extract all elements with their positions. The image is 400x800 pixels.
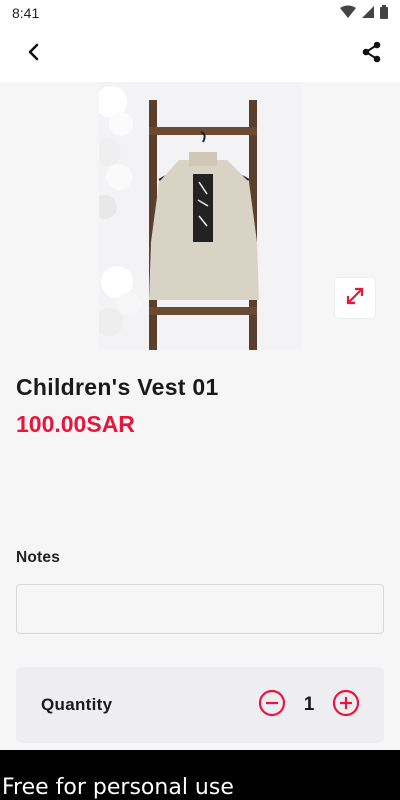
minus-circle-icon (258, 689, 286, 722)
quantity-stepper: 1 (258, 689, 360, 722)
expand-image-button[interactable] (335, 278, 375, 318)
signal-icon (362, 5, 374, 21)
status-icons (340, 4, 388, 22)
product-title: Children's Vest 01 (16, 374, 219, 400)
app-bar (0, 26, 400, 82)
product-image[interactable] (99, 82, 301, 350)
notes-input[interactable] (16, 584, 384, 634)
battery-icon (380, 4, 388, 22)
back-button[interactable] (20, 40, 48, 68)
decrease-quantity-button[interactable] (258, 689, 286, 722)
product-price: 100.00SAR (16, 411, 135, 437)
share-icon (361, 41, 383, 68)
plus-circle-icon (332, 689, 360, 722)
expand-icon (344, 285, 366, 312)
notes-label: Notes (16, 549, 61, 566)
quantity-value: 1 (303, 694, 315, 715)
status-time: 8:41 (12, 5, 40, 21)
quantity-section: Quantity 1 (16, 667, 384, 743)
increase-quantity-button[interactable] (332, 689, 360, 722)
watermark-text: Free for personal use (2, 775, 234, 800)
back-arrow-icon (27, 43, 41, 66)
status-bar: 8:41 (0, 0, 400, 26)
quantity-label: Quantity (41, 695, 113, 714)
share-button[interactable] (358, 40, 386, 68)
wifi-icon (340, 5, 356, 22)
